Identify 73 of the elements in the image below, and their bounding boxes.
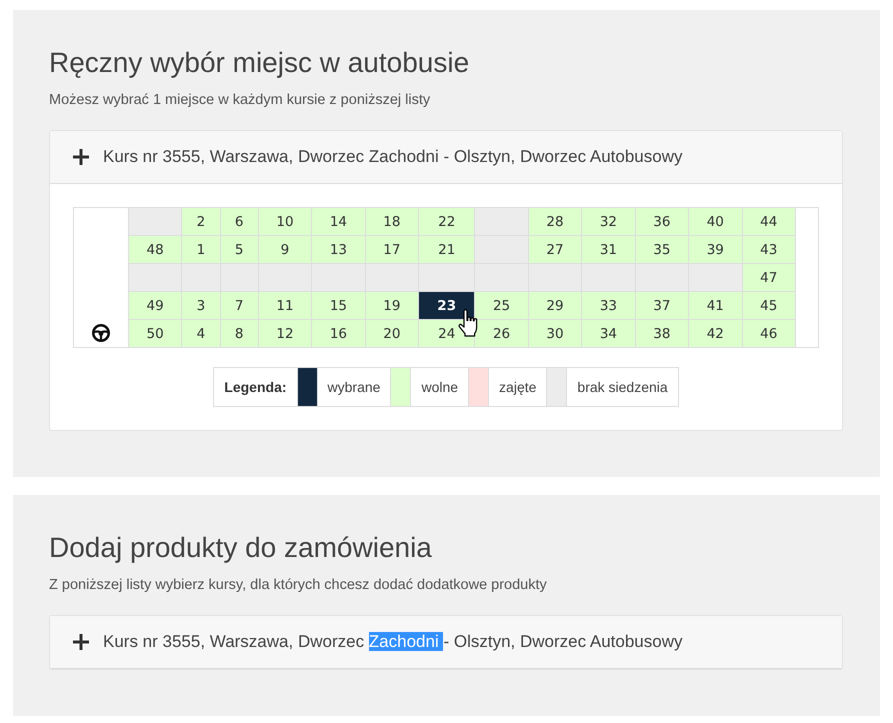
seat-button[interactable]: 22 [418, 208, 475, 236]
seat-button[interactable]: 46 [742, 320, 796, 348]
course-toggle[interactable]: Kurs nr 3555, Warszawa, Dworzec Zachodni - Olsztyn, Dworzec Autobusowy [50, 616, 842, 669]
seat-button[interactable]: 27 [528, 236, 582, 264]
no-seat-tile [312, 264, 366, 292]
seat-button[interactable]: 10 [258, 208, 312, 236]
seat-button[interactable]: 37 [635, 292, 689, 320]
plus-icon [73, 634, 89, 650]
seat-button[interactable]: 7 [220, 292, 258, 320]
no-seat-tile [635, 264, 689, 292]
no-seat-tile [365, 264, 419, 292]
no-seat-tile [474, 208, 528, 236]
section-title: Dodaj produkty do zamówienia [49, 531, 433, 565]
no-seat-tile [474, 236, 528, 264]
no-seat-tile [474, 264, 528, 292]
section-subtitle: Z poniższej listy wybierz kursy, dla których chcesz dodać dodatkowe produkty [49, 576, 548, 595]
seat-button[interactable]: 3 [182, 292, 220, 320]
seat-button[interactable]: 30 [528, 320, 582, 348]
seat-button[interactable]: 43 [742, 236, 796, 264]
no-seat-tile [418, 264, 475, 292]
legend-title: Legenda: [223, 378, 288, 397]
plus-icon [73, 149, 89, 165]
no-seat-tile [582, 264, 636, 292]
seat-button[interactable]: 14 [312, 208, 366, 236]
seat-button[interactable]: 5 [220, 236, 258, 264]
seat-button[interactable]: 4 [182, 320, 220, 348]
seat-button[interactable]: 47 [742, 264, 796, 292]
course-toggle[interactable]: Kurs nr 3555, Warszawa, Dworzec Zachodni - Olsztyn, Dworzec Autobusowy [50, 131, 842, 184]
seat-button[interactable]: 16 [312, 320, 366, 348]
seat-button[interactable]: 34 [582, 320, 636, 348]
seat-button[interactable]: 48 [128, 236, 182, 264]
seat-button[interactable]: 29 [528, 292, 582, 320]
seat-button[interactable]: 26 [474, 320, 528, 348]
seat-button[interactable]: 50 [128, 320, 182, 348]
seat-button[interactable]: 36 [635, 208, 689, 236]
section-title: Ręczny wybór miejsc w autobusie [49, 46, 470, 80]
seat-button[interactable]: 25 [474, 292, 528, 320]
seat-button[interactable]: 18 [365, 208, 419, 236]
no-seat-tile [128, 264, 182, 292]
seat-button[interactable]: 35 [635, 236, 689, 264]
seat-button[interactable]: 38 [635, 320, 689, 348]
seat-button[interactable]: 40 [688, 208, 742, 236]
no-seat-tile [258, 264, 312, 292]
seat-button[interactable]: 17 [365, 236, 419, 264]
seat-button[interactable]: 41 [688, 292, 742, 320]
steering-wheel-icon [92, 324, 110, 342]
seat-button[interactable]: 39 [688, 236, 742, 264]
no-seat-tile [528, 264, 582, 292]
seat-button[interactable]: 20 [365, 320, 419, 348]
seat-button[interactable]: 13 [312, 236, 366, 264]
seat-button[interactable]: 42 [688, 320, 742, 348]
seat-button[interactable]: 45 [742, 292, 796, 320]
no-seat-tile [688, 264, 742, 292]
seat-button[interactable]: 33 [582, 292, 636, 320]
seat-button[interactable]: 31 [582, 236, 636, 264]
seat-button[interactable]: 21 [418, 236, 475, 264]
no-seat-tile [182, 264, 220, 292]
seat-button[interactable]: 49 [128, 292, 182, 320]
section-subtitle: Możesz wybrać 1 miejsce w każdym kursie z poniższej listy [49, 91, 432, 110]
seat-button[interactable]: 28 [528, 208, 582, 236]
seat-button[interactable]: 6 [220, 208, 258, 236]
seat-button[interactable]: 1 [182, 236, 220, 264]
seat-button[interactable]: 44 [742, 208, 796, 236]
seat-button[interactable]: 19 [365, 292, 419, 320]
legend-text: brak siedzenia [566, 368, 678, 406]
seat-button[interactable]: 11 [258, 292, 312, 320]
seat-button[interactable]: 8 [220, 320, 258, 348]
seat-button[interactable]: 12 [258, 320, 312, 348]
seat-button[interactable]: 15 [312, 292, 366, 320]
seat-button[interactable]: 9 [258, 236, 312, 264]
seat-button[interactable]: 2 [182, 208, 220, 236]
seat-button[interactable]: 32 [582, 208, 636, 236]
no-seat-tile [220, 264, 258, 292]
